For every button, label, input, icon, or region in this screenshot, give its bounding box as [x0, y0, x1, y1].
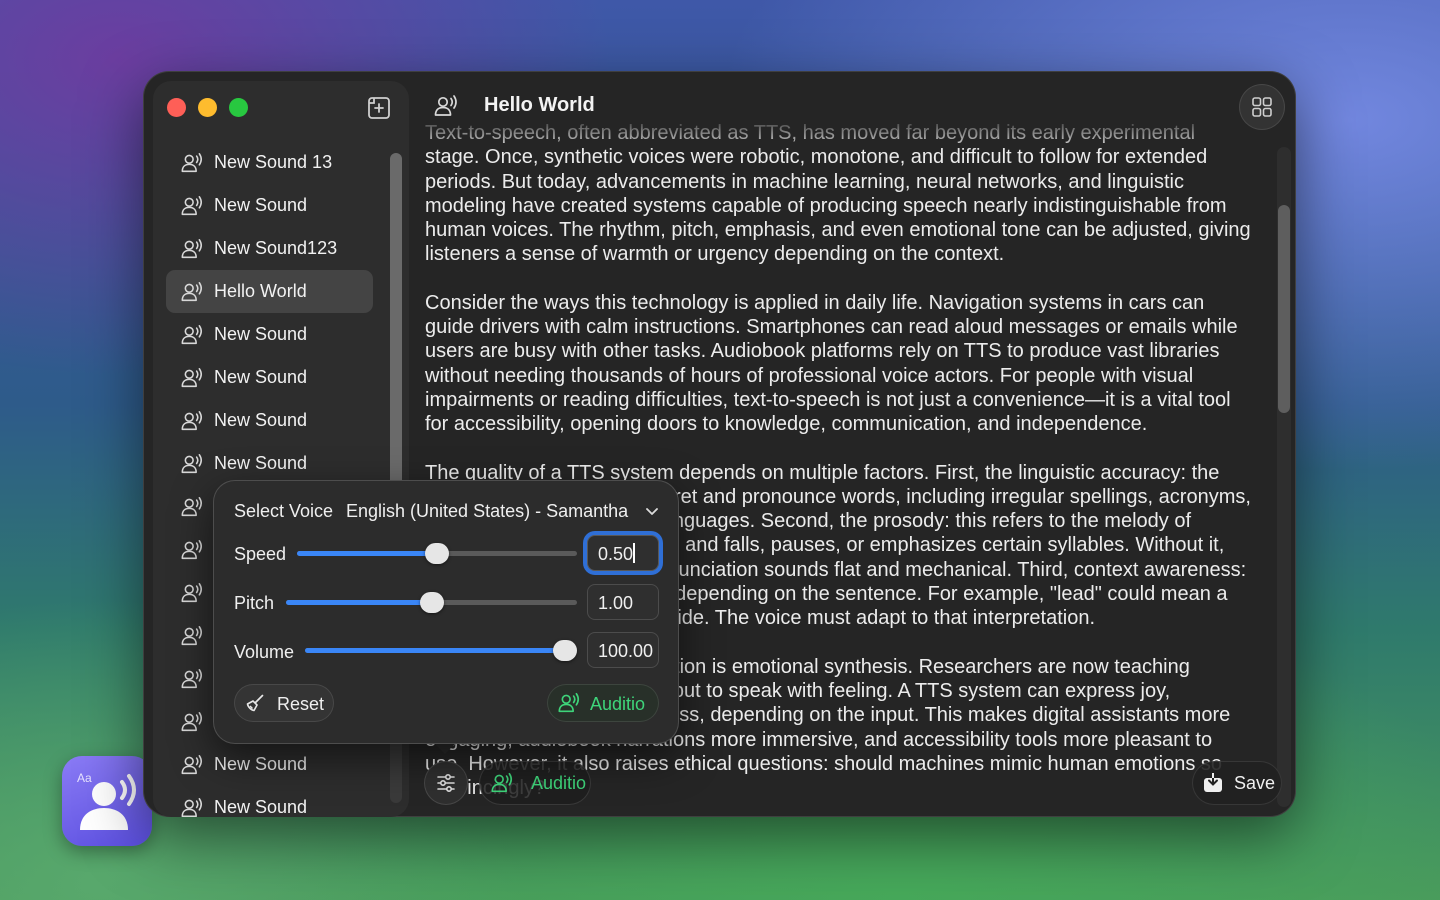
- voice-person-icon: [180, 624, 204, 648]
- pitch-field[interactable]: 1.00: [587, 584, 659, 620]
- paragraph[interactable]: Consider the ways this technology is app…: [425, 291, 1255, 437]
- volume-slider[interactable]: [305, 640, 577, 661]
- sidebar-item-sound[interactable]: New Sound123: [166, 227, 373, 270]
- voice-select[interactable]: English (United States) - Samantha: [346, 501, 628, 522]
- voice-person-icon: [180, 452, 204, 476]
- voice-person-icon: [180, 409, 204, 433]
- sliders-icon: [437, 773, 455, 793]
- save-label: Save: [1234, 773, 1276, 793]
- voice-person-icon: [180, 538, 204, 562]
- document-scroll-thumb[interactable]: [1278, 205, 1290, 413]
- voice-person-icon: [180, 796, 204, 817]
- volume-slider-knob[interactable]: [553, 640, 577, 661]
- sidebar-scroll-thumb[interactable]: [390, 153, 402, 488]
- voice-person-icon: [490, 771, 514, 795]
- document-scrollbar[interactable]: [1277, 147, 1291, 807]
- voice-person-icon: [180, 323, 204, 347]
- sidebar-item-sound[interactable]: New Sound: [166, 786, 373, 817]
- text-caret: [633, 543, 635, 563]
- voice-label: Select Voice: [234, 501, 334, 521]
- voice-person-icon: [180, 495, 204, 519]
- voice-person-icon: [180, 237, 204, 261]
- voice-person-icon: [180, 151, 204, 175]
- voice-person-icon: [180, 667, 204, 691]
- speed-slider-knob[interactable]: [425, 543, 449, 564]
- sidebar-item-sound[interactable]: New Sound 13: [166, 141, 373, 184]
- sidebar-item-sound[interactable]: Hello World: [166, 270, 373, 313]
- audition-button[interactable]: Auditio: [479, 761, 591, 805]
- pitch-slider[interactable]: [286, 592, 577, 613]
- chevron-down-icon[interactable]: [645, 504, 659, 518]
- speed-field[interactable]: 0.50: [587, 535, 659, 571]
- sidebar-item-label: New Sound: [214, 324, 308, 344]
- pitch-slider-knob[interactable]: [419, 592, 444, 613]
- voice-settings-popover: Select Voice English (United States) - S…: [213, 480, 679, 744]
- volume-label: Volume: [234, 642, 295, 662]
- audition-label: Auditio: [590, 694, 646, 714]
- dock-icon-aa: Aa: [77, 771, 92, 785]
- speed-slider[interactable]: [297, 543, 577, 564]
- download-icon: [1204, 772, 1222, 792]
- sidebar-item-label: Hello World: [214, 281, 307, 301]
- voice-person-icon: [180, 194, 204, 218]
- pitch-label: Pitch: [234, 593, 275, 613]
- speed-value: 0.50: [598, 544, 634, 564]
- voice-person-icon: [180, 581, 204, 605]
- save-button[interactable]: Save: [1192, 761, 1282, 805]
- reset-label: Reset: [277, 694, 325, 714]
- close-window-button[interactable]: [167, 98, 186, 117]
- sidebar-item-label: New Sound 13: [214, 152, 333, 172]
- volume-slider-fill: [305, 648, 565, 653]
- minimize-window-button[interactable]: [198, 98, 217, 117]
- sidebar-item-label: New Sound123: [214, 238, 338, 258]
- sidebar-item-label: New Sound: [214, 453, 308, 473]
- sidebar-item-label: New Sound: [214, 410, 308, 430]
- sidebar-item-sound[interactable]: New Sound: [166, 313, 373, 356]
- voice-settings-button[interactable]: [424, 761, 468, 805]
- pitch-slider-fill: [286, 600, 432, 605]
- speed-label: Speed: [234, 544, 287, 564]
- pitch-value: 1.00: [598, 593, 634, 613]
- grid-icon[interactable]: [1239, 84, 1285, 130]
- speed-slider-fill: [297, 551, 437, 556]
- volume-field[interactable]: 100.00: [587, 632, 659, 668]
- sidebar-item-sound[interactable]: New Sound: [166, 743, 373, 786]
- voice-person-icon: [180, 753, 204, 777]
- sidebar-item-label: New Sound: [214, 367, 308, 387]
- zoom-window-button[interactable]: [229, 98, 248, 117]
- sidebar-item-label: New Sound: [214, 754, 308, 774]
- app-dock-icon[interactable]: Aa: [62, 756, 152, 846]
- broom-icon: [246, 694, 264, 712]
- sidebar-item-label: New Sound: [214, 195, 308, 215]
- voice-person-icon: [180, 710, 204, 734]
- page-title: Hello World: [484, 94, 595, 116]
- popover-audition-button[interactable]: Auditio: [547, 684, 659, 722]
- reset-button[interactable]: Reset: [234, 684, 334, 722]
- voice-person-icon: [180, 366, 204, 390]
- sidebar-item-sound[interactable]: New Sound: [166, 184, 373, 227]
- sidebar-item-sound[interactable]: New Sound: [166, 442, 373, 485]
- voice-person-icon: [433, 93, 459, 119]
- voice-person-icon: [557, 691, 581, 715]
- sidebar-item-sound[interactable]: New Sound: [166, 399, 373, 442]
- voice-person-icon: [180, 280, 204, 304]
- audition-label: Auditio: [531, 773, 587, 793]
- new-sound-icon[interactable]: [366, 95, 392, 121]
- sidebar-item-label: New Sound: [214, 797, 308, 817]
- volume-value: 100.00: [598, 641, 654, 661]
- sidebar-item-sound[interactable]: New Sound: [166, 356, 373, 399]
- header-fade: [409, 121, 1279, 151]
